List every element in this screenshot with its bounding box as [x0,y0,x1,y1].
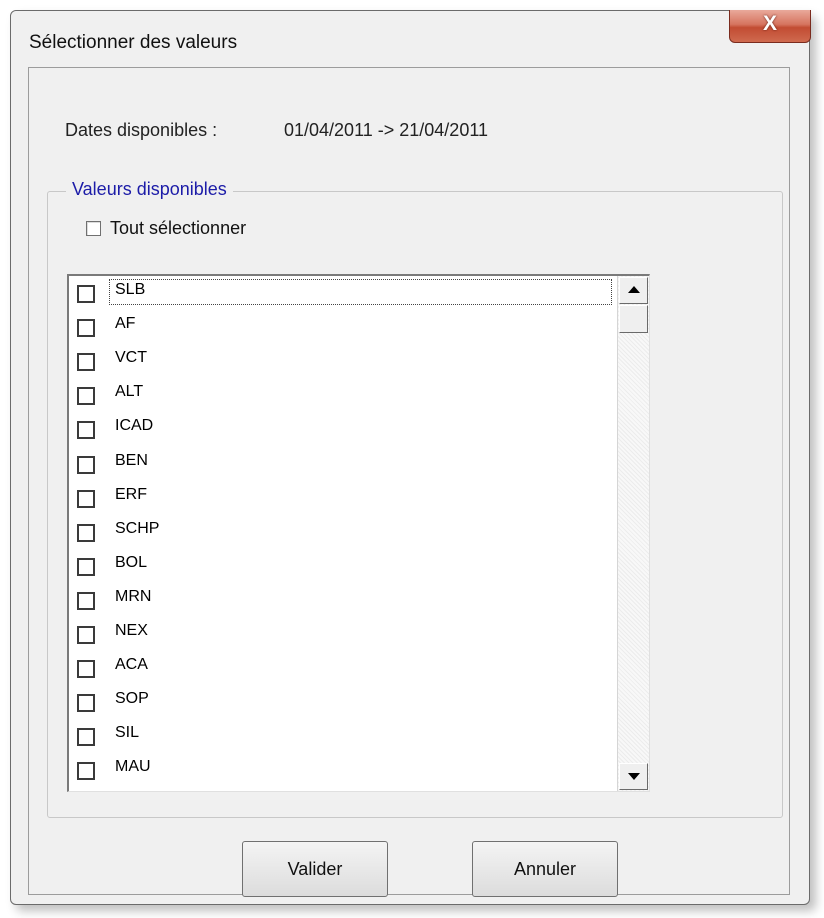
list-item[interactable]: SCHP [69,517,617,551]
list-item[interactable]: SLB [69,278,617,312]
list-item-checkbox[interactable] [77,353,95,372]
list-item-checkbox[interactable] [77,421,95,440]
list-item-checkbox[interactable] [77,591,95,610]
list-item[interactable]: SIL [69,721,617,755]
list-item[interactable]: NEX [69,619,617,653]
list-item-label: ICAD [115,417,154,435]
select-all-checkbox-box[interactable] [86,220,101,236]
dialog-window: Sélectionner des valeurs X Dates disponi… [10,10,811,905]
cancel-button[interactable]: Annuler [472,841,618,897]
list-item-checkbox[interactable] [77,455,95,474]
values-listbox[interactable]: MAU SIL SOP ACA NEX MRN BOL SCHP ERF BEN ICAD ALT VC… [67,274,650,792]
validate-button[interactable]: Valider [242,841,388,897]
window-title: Sélectionner des valeurs [29,32,238,53]
list-item-checkbox[interactable] [77,285,95,303]
scroll-thumb[interactable] [619,305,648,333]
list-item[interactable]: MRN [69,585,617,619]
values-groupbox: Valeurs disponibles Tout sélectionner MA… [47,179,783,818]
scroll-up-button[interactable] [619,277,648,304]
list-item-label: VCT [115,349,147,367]
list-item-label: AF [115,315,136,333]
list-item-label: BEN [115,451,148,469]
list-item-checkbox[interactable] [77,319,95,338]
list-item-label: MRN [115,587,152,605]
listbox-scrollbar[interactable] [617,276,649,791]
list-item[interactable]: BEN [69,449,617,483]
list-item[interactable]: ICAD [69,414,617,448]
list-item-checkbox[interactable] [77,523,95,542]
select-all-checkbox[interactable]: Tout sélectionner [86,218,246,238]
list-item-label: SOP [115,690,149,708]
scroll-down-button[interactable] [619,763,648,790]
select-all-label: Tout sélectionner [110,217,247,238]
list-item-checkbox[interactable] [77,660,95,679]
list-item[interactable]: SOP [69,687,617,721]
list-item-checkbox[interactable] [77,728,95,747]
list-item-label: ALT [115,383,144,401]
list-item-label: NEX [115,622,148,639]
list-item[interactable]: BOL [69,551,617,585]
close-icon: X [762,12,777,35]
list-item-label: MAU [115,758,151,776]
list-item-label: SIL [115,724,140,742]
list-item[interactable]: ERF [69,483,617,517]
dialog-body: Dates disponibles : 01/04/2011 -> 21/04/… [28,67,790,897]
list-item[interactable]: VCT [69,346,617,380]
scroll-up-arrow-icon [628,286,640,293]
list-item-checkbox[interactable] [77,762,95,781]
list-item-checkbox[interactable] [77,557,95,576]
list-item[interactable]: ALT [69,380,617,414]
list-item-label: ERF [115,485,147,503]
list-item-checkbox[interactable] [77,387,95,406]
groupbox-legend: Valeurs disponibles [66,179,233,200]
dates-value: 01/04/2011 -> 21/04/2011 [284,120,489,140]
focus-rectangle [109,279,612,305]
list-item-checkbox[interactable] [77,626,95,644]
close-button[interactable]: X [729,10,811,43]
scroll-down-arrow-icon [628,773,640,780]
list-item-label: SCHP [115,519,160,537]
title-bar[interactable]: Sélectionner des valeurs X [11,10,811,66]
dates-label: Dates disponibles : [65,120,218,140]
list-item-label: ACA [115,656,148,674]
list-item-label: BOL [115,553,148,571]
list-item[interactable]: MAU [69,755,617,789]
list-item-checkbox[interactable] [77,489,95,508]
list-item[interactable]: AF [69,312,617,346]
list-item-checkbox[interactable] [77,694,95,713]
list-item[interactable]: ACA [69,653,617,687]
